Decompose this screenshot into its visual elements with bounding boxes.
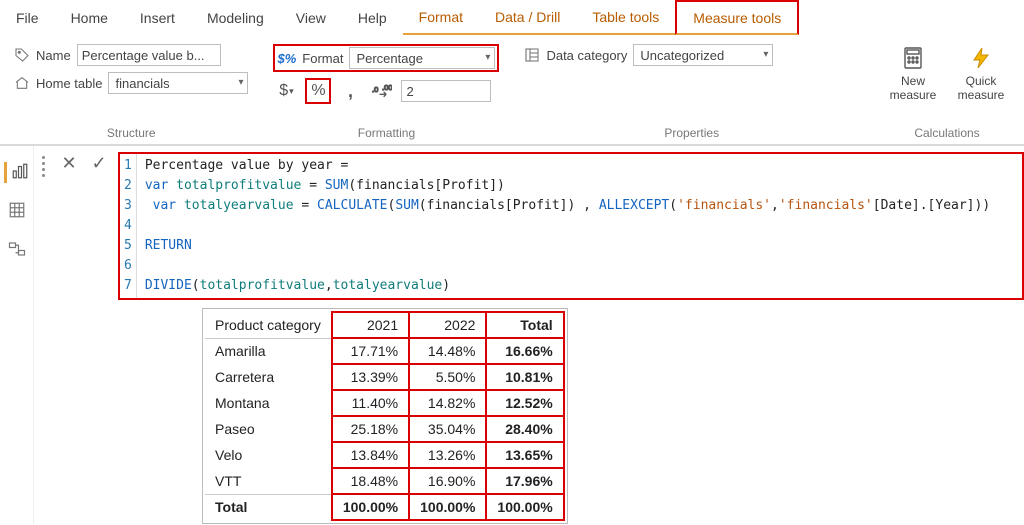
name-label: Name bbox=[36, 48, 71, 63]
group-calculations: New measure Quick measure Calculations bbox=[876, 40, 1018, 144]
home-table-select[interactable]: financials ▾ bbox=[108, 72, 248, 94]
quick-measure-button[interactable]: Quick measure bbox=[952, 44, 1010, 102]
lightning-icon bbox=[967, 44, 995, 72]
format-label: Format bbox=[302, 51, 343, 66]
svg-text:.0: .0 bbox=[372, 85, 378, 94]
col-category[interactable]: Product category bbox=[205, 312, 332, 338]
data-view-button[interactable] bbox=[8, 201, 26, 222]
name-input[interactable] bbox=[77, 44, 221, 66]
group-properties: Data category Uncategorized ▾ Properties bbox=[516, 40, 867, 144]
data-category-select[interactable]: Uncategorized ▾ bbox=[633, 44, 773, 66]
matrix-visual[interactable]: Product category 2021 2022 Total Amarill… bbox=[202, 308, 568, 524]
format-value: Percentage bbox=[356, 51, 423, 66]
line-gutter: 1234567 bbox=[120, 154, 137, 298]
tab-home[interactable]: Home bbox=[55, 0, 124, 35]
home-table-value: financials bbox=[115, 76, 169, 91]
format-icon: $% bbox=[277, 51, 296, 66]
tab-measure-tools[interactable]: Measure tools bbox=[675, 0, 799, 35]
view-rail bbox=[0, 146, 34, 524]
col-2022[interactable]: 2022 bbox=[409, 312, 486, 338]
grip-icon[interactable] bbox=[42, 152, 50, 177]
table-total-row: Total 100.00% 100.00% 100.00% bbox=[205, 494, 564, 520]
data-category-value: Uncategorized bbox=[640, 48, 724, 63]
chevron-down-icon: ▾ bbox=[763, 49, 768, 60]
tab-file[interactable]: File bbox=[0, 0, 55, 35]
group-formatting-label: Formatting bbox=[273, 124, 499, 144]
category-icon bbox=[524, 47, 540, 63]
group-formatting: $% Format Percentage ▾ $▾ % , .0 .00 Form… bbox=[265, 40, 507, 144]
tab-insert[interactable]: Insert bbox=[124, 0, 191, 35]
chevron-down-icon: ▾ bbox=[238, 77, 243, 88]
tab-data-drill[interactable]: Data / Drill bbox=[479, 0, 576, 35]
tab-help[interactable]: Help bbox=[342, 0, 403, 35]
table-row: Velo13.84%13.26%13.65% bbox=[205, 442, 564, 468]
home-icon bbox=[14, 75, 30, 91]
ribbon-tabs: File Home Insert Modeling View Help Form… bbox=[0, 0, 1024, 36]
tag-icon bbox=[14, 47, 30, 63]
table-row: VTT18.48%16.90%17.96% bbox=[205, 468, 564, 494]
group-structure: Name Home table financials ▾ Structure bbox=[6, 40, 256, 144]
chevron-down-icon: ▾ bbox=[485, 52, 490, 63]
commit-formula-button[interactable]: ✓ bbox=[88, 152, 110, 174]
decimals-input[interactable] bbox=[401, 80, 491, 102]
group-calculations-label: Calculations bbox=[884, 124, 1010, 144]
formula-code[interactable]: Percentage value by year =var totalprofi… bbox=[137, 154, 998, 298]
tab-format[interactable]: Format bbox=[403, 0, 479, 35]
table-row: Carretera13.39%5.50%10.81% bbox=[205, 364, 564, 390]
tab-modeling[interactable]: Modeling bbox=[191, 0, 280, 35]
group-properties-label: Properties bbox=[524, 124, 859, 144]
home-table-label: Home table bbox=[36, 76, 102, 91]
svg-text:.00: .00 bbox=[382, 83, 392, 92]
new-measure-button[interactable]: New measure bbox=[884, 44, 942, 102]
cancel-formula-button[interactable]: ✕ bbox=[58, 152, 80, 174]
col-2021[interactable]: 2021 bbox=[332, 312, 409, 338]
report-view-button[interactable] bbox=[4, 162, 29, 183]
workspace: ✕ ✓ 1234567 Percentage value by year =va… bbox=[0, 146, 1024, 524]
calculator-icon bbox=[899, 44, 927, 72]
data-category-label: Data category bbox=[546, 48, 627, 63]
tab-view[interactable]: View bbox=[280, 0, 342, 35]
decimal-button[interactable]: .0 .00 bbox=[369, 78, 395, 104]
table-row: Montana11.40%14.82%12.52% bbox=[205, 390, 564, 416]
model-view-button[interactable] bbox=[8, 240, 26, 261]
thousand-sep-button[interactable]: , bbox=[337, 78, 363, 104]
formula-editor[interactable]: 1234567 Percentage value by year =var to… bbox=[118, 152, 1024, 300]
tab-table-tools[interactable]: Table tools bbox=[576, 0, 675, 35]
table-row: Paseo25.18%35.04%28.40% bbox=[205, 416, 564, 442]
ribbon-panel: Name Home table financials ▾ Structure $… bbox=[0, 36, 1024, 146]
format-select[interactable]: Percentage ▾ bbox=[349, 47, 495, 69]
group-structure-label: Structure bbox=[14, 124, 248, 144]
currency-button[interactable]: $▾ bbox=[273, 78, 299, 104]
table-row: Amarilla17.71%14.48%16.66% bbox=[205, 338, 564, 364]
col-total[interactable]: Total bbox=[486, 312, 563, 338]
percent-button[interactable]: % bbox=[305, 78, 331, 104]
